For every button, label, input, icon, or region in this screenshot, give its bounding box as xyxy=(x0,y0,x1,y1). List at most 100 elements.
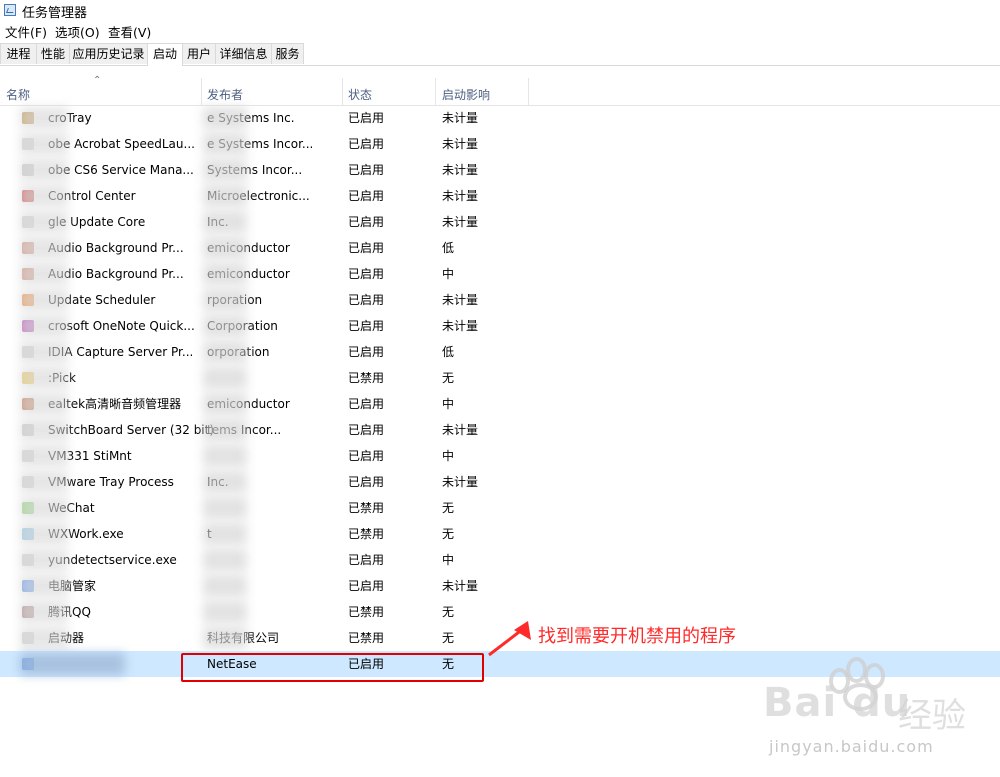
name-cell: Control Center xyxy=(48,189,136,203)
menu-options[interactable]: 选项(O) xyxy=(55,22,100,41)
redaction-blur xyxy=(203,627,247,649)
table-row[interactable]: :Pick 已禁用 无 xyxy=(0,365,1000,391)
name-cell: WeChat xyxy=(48,501,95,515)
impact-cell: 未计量 xyxy=(442,111,479,125)
table-row[interactable]: SwitchBoard Server (32 bit)tems Incor...… xyxy=(0,417,1000,443)
column-impact-header[interactable]: 启动影响 xyxy=(442,86,490,103)
menu-file[interactable]: 文件(F) xyxy=(5,22,47,41)
name-cell: 电脑管家 xyxy=(48,579,97,593)
status-cell: 已启用 xyxy=(348,449,385,463)
redaction-blur xyxy=(20,211,68,233)
column-name-header[interactable]: 名称 xyxy=(6,86,30,103)
status-cell: 已启用 xyxy=(348,553,385,567)
redaction-blur xyxy=(20,471,68,493)
redaction-blur xyxy=(20,133,68,155)
table-row[interactable]: yundetectservice.exe 已启用 中 xyxy=(0,547,1000,573)
baidu-jingyan-watermark: Bai du 经验 jingyan.baidu.com xyxy=(763,655,993,771)
tab-performance[interactable]: 性能 xyxy=(36,43,70,64)
name-cell: obe CS6 Service Mana... xyxy=(48,163,194,177)
watermark-url: jingyan.baidu.com xyxy=(769,737,934,756)
name-cell: 启动器 xyxy=(48,625,228,651)
column-divider[interactable] xyxy=(201,78,202,105)
status-cell: 已启用 xyxy=(348,163,385,177)
impact-cell: 未计量 xyxy=(442,319,479,333)
impact-cell: 低 xyxy=(442,345,455,359)
redaction-blur xyxy=(203,393,247,415)
redaction-blur xyxy=(20,237,68,259)
table-row[interactable]: ealtek高清晰音频管理器 emiconductor 已启用中 xyxy=(0,391,1000,417)
status-cell: 已禁用 xyxy=(348,605,385,619)
table-row[interactable]: crosoft OneNote Quick...Corporation已启用未计… xyxy=(0,313,1000,339)
tab-processes[interactable]: 进程 xyxy=(0,43,37,64)
table-row[interactable]: 电脑管家 已启用 未计量 xyxy=(0,573,1000,599)
redaction-blur xyxy=(20,523,68,545)
redaction-blur xyxy=(203,601,247,623)
column-publisher-header[interactable]: 发布者 xyxy=(207,86,243,103)
task-manager-icon xyxy=(4,4,16,16)
table-row[interactable]: IDIA Capture Server Pr...orporation已启用低 xyxy=(0,339,1000,365)
column-divider[interactable] xyxy=(435,78,436,105)
table-row[interactable]: WeChat 已禁用 无 xyxy=(0,495,1000,521)
table-row[interactable]: Control Center Microelectronic... 已启用 未计量 xyxy=(0,183,1000,209)
status-cell: 已启用 xyxy=(348,423,385,437)
impact-cell: 未计量 xyxy=(442,163,479,177)
sort-caret-icon: ⌃ xyxy=(93,75,102,86)
table-row[interactable]: Audio Background Pr... emiconductor 已启用低 xyxy=(0,235,1000,261)
redaction-blur xyxy=(20,289,68,311)
redaction-blur xyxy=(20,419,68,441)
impact-cell: 未计量 xyxy=(442,189,479,203)
redaction-blur xyxy=(20,393,68,415)
name-cell: IDIA Capture Server Pr... xyxy=(48,345,194,359)
status-cell: 已禁用 xyxy=(348,501,385,515)
table-row[interactable]: VM331 StiMnt 已启用 中 xyxy=(0,443,1000,469)
impact-cell: 无 xyxy=(442,371,455,385)
name-cell: VM331 StiMnt xyxy=(48,449,132,463)
selected-row-highlight xyxy=(181,653,484,682)
tab-details[interactable]: 详细信息 xyxy=(215,43,272,64)
redaction-blur xyxy=(203,575,247,597)
redaction-blur xyxy=(20,653,125,675)
table-row[interactable]: gle Update CoreInc.已启用未计量 xyxy=(0,209,1000,235)
impact-cell: 中 xyxy=(442,553,455,567)
status-cell: 已启用 xyxy=(348,293,385,307)
impact-cell: 中 xyxy=(442,449,455,463)
jingyan-logo-text: 经验 xyxy=(898,696,966,736)
redaction-blur xyxy=(20,263,68,285)
table-row[interactable]: croTray e Systems Inc. 已启用 未计量 xyxy=(0,105,1000,131)
status-cell: 已启用 xyxy=(348,241,385,255)
name-cell: Update Scheduler xyxy=(48,293,156,307)
impact-cell: 未计量 xyxy=(442,475,479,489)
tab-startup[interactable]: 启动 xyxy=(147,43,183,66)
menu-view[interactable]: 查看(V) xyxy=(108,22,151,41)
redaction-blur xyxy=(203,549,247,571)
column-status-header[interactable]: 状态 xyxy=(348,86,372,103)
column-divider[interactable] xyxy=(528,78,529,105)
name-cell: VMware Tray Process xyxy=(48,475,174,489)
redaction-blur xyxy=(203,107,247,129)
redaction-blur xyxy=(203,471,247,493)
redaction-blur xyxy=(203,419,247,441)
table-row[interactable]: WXWork.exet已禁用无 xyxy=(0,521,1000,547)
status-cell: 已禁用 xyxy=(348,631,385,645)
redaction-blur xyxy=(203,445,247,467)
title-bar: 任务管理器 xyxy=(0,0,1000,21)
tab-services[interactable]: 服务 xyxy=(271,43,304,64)
column-divider[interactable] xyxy=(342,78,343,105)
redaction-blur xyxy=(203,315,247,337)
redaction-blur xyxy=(20,341,68,363)
table-row[interactable]: obe CS6 Service Mana... Systems Incor... 已… xyxy=(0,157,1000,183)
impact-cell: 无 xyxy=(442,501,455,515)
table-row[interactable]: Audio Background Pr... emiconductor 已启用中 xyxy=(0,261,1000,287)
impact-cell: 无 xyxy=(442,527,455,541)
table-row[interactable]: Update Schedulerrporation已启用未计量 xyxy=(0,287,1000,313)
redaction-blur xyxy=(20,627,68,649)
name-cell: gle Update Core xyxy=(48,215,146,229)
tab-app-history[interactable]: 应用历史记录 xyxy=(69,43,148,64)
tab-users[interactable]: 用户 xyxy=(182,43,216,64)
impact-cell: 未计量 xyxy=(442,137,479,151)
redaction-blur xyxy=(20,445,68,467)
table-row[interactable]: obe Acrobat SpeedLau... e Systems Incor..… xyxy=(0,131,1000,157)
impact-cell: 未计量 xyxy=(442,293,479,307)
redaction-blur xyxy=(20,601,68,623)
table-row[interactable]: VMware Tray ProcessInc.已启用未计量 xyxy=(0,469,1000,495)
